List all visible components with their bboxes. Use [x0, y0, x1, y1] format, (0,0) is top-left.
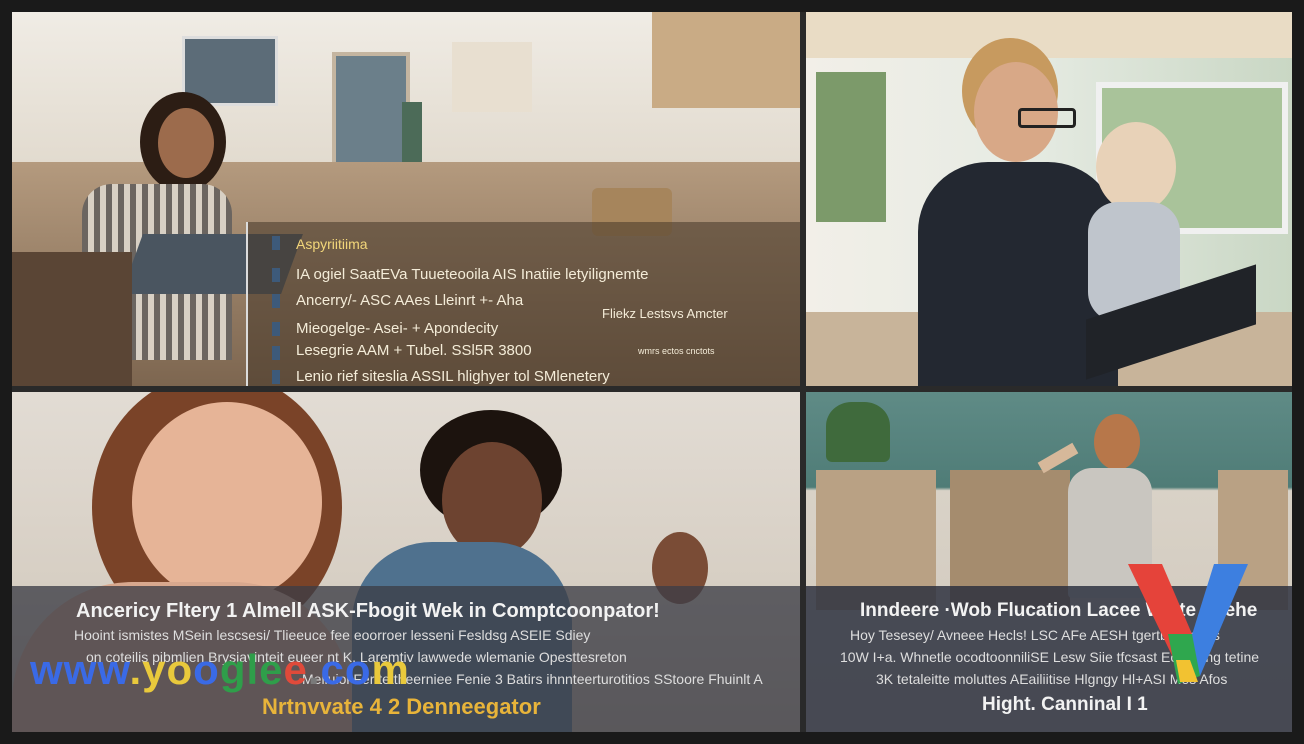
info-overlay: Aspyriitiima IA ogiel SaatEVa Tuueteooil… [248, 222, 800, 386]
overlay-small-note: wmrs ectos cnctots [638, 346, 715, 356]
watermark-letter: e [259, 646, 284, 693]
caption-footer: Hight. Canninal I 1 [982, 694, 1148, 715]
parent-child-scene-panel [806, 12, 1292, 386]
bullet-marker [272, 346, 280, 360]
overlay-line: IA ogiel SaatEVa Tuueteooila AIS Inatiie… [296, 266, 649, 283]
watermark-letter: g [219, 646, 247, 693]
kitchen-scene-panel: Aspyriitiima IA ogiel SaatEVa Tuueteooil… [12, 12, 800, 386]
upper-cabinet [652, 12, 800, 108]
bullet-marker [272, 370, 280, 384]
wall-chalkboard [332, 52, 410, 170]
caption-line: Hooint ismistes MSein lescsesi/ Tlieeuce… [74, 627, 591, 643]
wooden-table [12, 252, 132, 386]
watermark-letter: e [283, 646, 308, 693]
watermark-letter: . [129, 646, 143, 693]
watermark-letter: o [344, 646, 372, 693]
cabinet-door [452, 42, 532, 112]
bullet-marker [272, 268, 280, 282]
overlay-heading: Aspyriitiima [296, 236, 368, 252]
v-logo-icon [1128, 564, 1248, 684]
caption-accent: Nrtnvvate 4 2 Denneegator [262, 694, 541, 719]
teacher-arm [1037, 442, 1079, 474]
watermark-letter: o [193, 646, 220, 693]
flower-vase [402, 102, 422, 162]
watermark-letter: w [63, 646, 98, 693]
watermark-letter: o [166, 646, 194, 693]
person-face [158, 108, 214, 178]
overlay-line: Lenio rief siteslia ASSIL hlighyer tol S… [296, 368, 610, 385]
overlay-line: Lesegrie AAM + Tubel. SSl5R 3800 [296, 342, 532, 359]
glasses [1018, 108, 1076, 128]
ceiling-shelf [806, 12, 1292, 58]
overlay-line: Ancerry/- ASC AAes Lleinrt +- Aha [296, 292, 524, 309]
watermark-letter: . [307, 646, 321, 693]
woman-left-face [132, 402, 322, 602]
woman-right-face [442, 442, 542, 558]
watermark-letter: l [246, 646, 260, 693]
watermark-letter: c [320, 646, 345, 693]
potted-plant [826, 402, 890, 462]
watermark-letter: w [97, 646, 130, 693]
caption-title: Ancericy Fltery 1 Almell ASK-Fbogit Wek … [76, 600, 660, 622]
image-frame: Aspyriitiima IA ogiel SaatEVa Tuueteooil… [12, 12, 1292, 732]
watermark-text: www.yooglee.com [30, 646, 410, 694]
teacher-head [1094, 414, 1140, 470]
child-head [1096, 122, 1176, 212]
watermark-letter: w [30, 646, 64, 693]
window-left [816, 72, 886, 222]
bullet-marker [272, 322, 280, 336]
overlay-side-note: Fliekz Lestsvs Amcter [602, 306, 728, 321]
overlay-line: Mieogelge- Asei- + Apondecity [296, 320, 499, 337]
bullet-marker [272, 236, 280, 250]
watermark-letter: y [142, 646, 167, 693]
watermark-letter: m [371, 646, 410, 693]
bullet-marker [272, 294, 280, 308]
